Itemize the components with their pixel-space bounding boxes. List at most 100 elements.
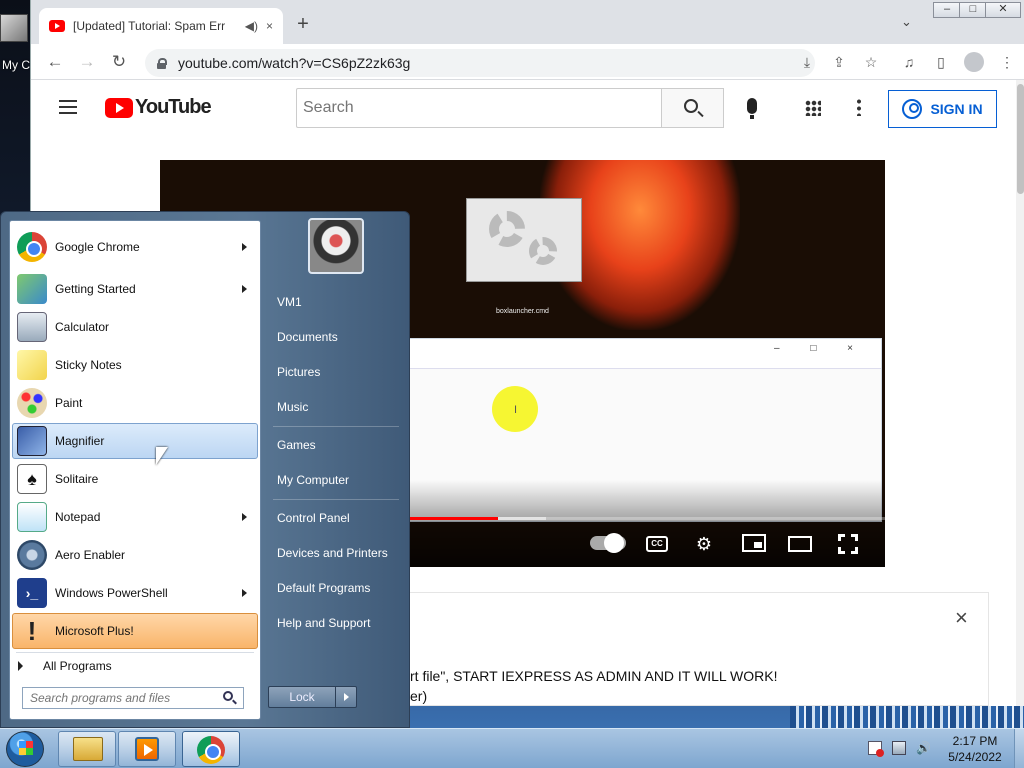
start-right-my-computer[interactable]: My Computer bbox=[267, 466, 403, 494]
start-right-default-programs[interactable]: Default Programs bbox=[267, 574, 403, 602]
microphone-icon[interactable] bbox=[747, 98, 757, 119]
network-icon[interactable] bbox=[892, 741, 906, 755]
desktop-icon-label[interactable]: My C bbox=[2, 58, 30, 72]
start-item-label: Notepad bbox=[55, 510, 101, 524]
browser-toolbar: ← → ↻ youtube.com/watch?v=CS6pZ2zk63g ⤓ … bbox=[31, 44, 1024, 80]
tab-close-icon[interactable]: × bbox=[266, 19, 273, 33]
start-item-label: Paint bbox=[55, 396, 83, 410]
chrome-menu-icon[interactable]: ⋮ bbox=[997, 52, 1017, 72]
start-item-google-chrome[interactable]: Google Chrome bbox=[12, 229, 258, 265]
lock-icon[interactable] bbox=[157, 57, 167, 69]
hamburger-menu-icon[interactable] bbox=[59, 100, 77, 114]
autoplay-toggle[interactable] bbox=[590, 533, 626, 553]
text-cursor-icon: I bbox=[514, 404, 518, 416]
start-menu-programs-pane: Google Chrome Getting Started Calculator… bbox=[9, 220, 261, 720]
my-computer-desktop-icon[interactable] bbox=[0, 14, 28, 42]
sign-in-button[interactable]: SIGN IN bbox=[888, 90, 997, 128]
start-right-devices-and-printers[interactable]: Devices and Printers bbox=[267, 539, 403, 567]
install-app-icon[interactable]: ⤓ bbox=[797, 52, 817, 72]
system-clock[interactable]: 2:17 PM 5/24/2022 bbox=[940, 733, 1010, 765]
theater-mode-icon[interactable] bbox=[788, 536, 812, 552]
notepad-icon bbox=[17, 502, 47, 532]
taskbar-explorer-button[interactable] bbox=[58, 731, 116, 767]
start-item-sticky-notes[interactable]: Sticky Notes bbox=[12, 347, 258, 383]
start-button[interactable] bbox=[6, 731, 44, 767]
start-item-solitaire[interactable]: ♠ Solitaire bbox=[12, 461, 258, 497]
start-item-paint[interactable]: Paint bbox=[12, 385, 258, 421]
start-search-input[interactable] bbox=[22, 687, 244, 709]
description-text: er) bbox=[410, 688, 428, 704]
start-item-aero-enabler[interactable]: Aero Enabler bbox=[12, 537, 258, 573]
youtube-header: YouTube SIGN IN bbox=[31, 80, 1016, 136]
clock-date: 5/24/2022 bbox=[948, 750, 1002, 764]
taskbar-media-player-button[interactable] bbox=[118, 731, 176, 767]
forward-arrow-icon[interactable]: → bbox=[75, 50, 99, 74]
start-item-getting-started[interactable]: Getting Started bbox=[12, 271, 258, 307]
captions-icon[interactable]: CC bbox=[646, 536, 668, 552]
taskbar-chrome-button[interactable] bbox=[182, 731, 240, 767]
gear-icon bbox=[489, 211, 525, 247]
aero-enabler-icon bbox=[17, 540, 47, 570]
user-picture[interactable] bbox=[308, 218, 364, 274]
browser-tab[interactable]: [Updated] Tutorial: Spam Err ◀) × bbox=[39, 8, 283, 44]
media-control-icon[interactable]: ♫ bbox=[899, 52, 919, 72]
more-options-icon[interactable] bbox=[857, 98, 861, 116]
miniplayer-icon[interactable] bbox=[742, 534, 766, 552]
start-right-documents[interactable]: Documents bbox=[267, 323, 403, 351]
close-icon[interactable]: × bbox=[955, 605, 968, 631]
settings-gear-icon[interactable]: ⚙ bbox=[692, 532, 716, 556]
submenu-arrow-icon[interactable] bbox=[242, 243, 247, 251]
minimize-button[interactable]: – bbox=[933, 2, 961, 18]
share-icon[interactable]: ⇪ bbox=[829, 52, 849, 72]
divider bbox=[273, 426, 399, 427]
scrollbar-thumb[interactable] bbox=[1017, 84, 1024, 194]
start-item-notepad[interactable]: Notepad bbox=[12, 499, 258, 535]
show-desktop-button[interactable] bbox=[1014, 729, 1024, 768]
search-icon[interactable] bbox=[223, 691, 233, 701]
youtube-search-button[interactable] bbox=[661, 88, 724, 128]
tab-strip: [Updated] Tutorial: Spam Err ◀) × + ⌄ – … bbox=[31, 0, 1024, 44]
start-item-calculator[interactable]: Calculator bbox=[12, 309, 258, 345]
youtube-favicon-icon bbox=[49, 20, 65, 32]
start-right-help-and-support[interactable]: Help and Support bbox=[267, 609, 403, 637]
apps-grid-icon[interactable] bbox=[805, 100, 821, 116]
page-scrollbar[interactable] bbox=[1016, 80, 1024, 706]
sign-in-label: SIGN IN bbox=[930, 101, 983, 117]
start-right-music[interactable]: Music bbox=[267, 393, 403, 421]
chevron-down-icon[interactable]: ⌄ bbox=[901, 14, 912, 30]
back-arrow-icon[interactable]: ← bbox=[43, 50, 67, 74]
address-bar[interactable]: youtube.com/watch?v=CS6pZ2zk63g bbox=[145, 49, 815, 77]
side-panel-icon[interactable]: ▯ bbox=[931, 52, 951, 72]
maximize-button[interactable]: □ bbox=[959, 2, 987, 18]
start-item-microsoft-plus[interactable]: ! Microsoft Plus! bbox=[12, 613, 258, 649]
youtube-logo-text[interactable]: YouTube bbox=[135, 96, 212, 119]
new-tab-icon[interactable]: + bbox=[289, 10, 317, 38]
desktop-wallpaper-strip bbox=[790, 706, 1024, 728]
audio-icon[interactable]: ◀) bbox=[245, 19, 258, 33]
volume-icon[interactable]: 🔊 bbox=[916, 741, 931, 755]
user-circle-icon bbox=[902, 99, 923, 119]
reload-icon[interactable]: ↻ bbox=[107, 50, 131, 74]
youtube-logo-icon[interactable] bbox=[105, 98, 133, 118]
divider bbox=[16, 652, 254, 653]
lock-button[interactable]: Lock bbox=[268, 686, 336, 708]
youtube-search-input[interactable] bbox=[296, 88, 662, 128]
start-right-games[interactable]: Games bbox=[267, 431, 403, 459]
gear-icon bbox=[529, 237, 557, 265]
start-right-vm1[interactable]: VM1 bbox=[267, 288, 403, 316]
getting-started-icon bbox=[17, 274, 47, 304]
action-center-flag-icon[interactable] bbox=[868, 741, 884, 757]
profile-avatar-icon[interactable] bbox=[964, 52, 984, 72]
submenu-arrow-icon[interactable] bbox=[242, 589, 247, 597]
start-right-control-panel[interactable]: Control Panel bbox=[267, 504, 403, 532]
start-right-pictures[interactable]: Pictures bbox=[267, 358, 403, 386]
start-item-windows-powershell[interactable]: ›_ Windows PowerShell bbox=[12, 575, 258, 611]
submenu-arrow-icon[interactable] bbox=[242, 513, 247, 521]
shutdown-options-arrow-icon[interactable] bbox=[335, 686, 357, 708]
all-programs-button[interactable]: All Programs bbox=[18, 659, 112, 673]
close-window-button[interactable]: ✕ bbox=[985, 2, 1021, 18]
bookmark-star-icon[interactable]: ☆ bbox=[861, 52, 881, 72]
url-text[interactable]: youtube.com/watch?v=CS6pZ2zk63g bbox=[178, 55, 410, 71]
start-item-magnifier[interactable]: Magnifier bbox=[12, 423, 258, 459]
submenu-arrow-icon[interactable] bbox=[242, 285, 247, 293]
